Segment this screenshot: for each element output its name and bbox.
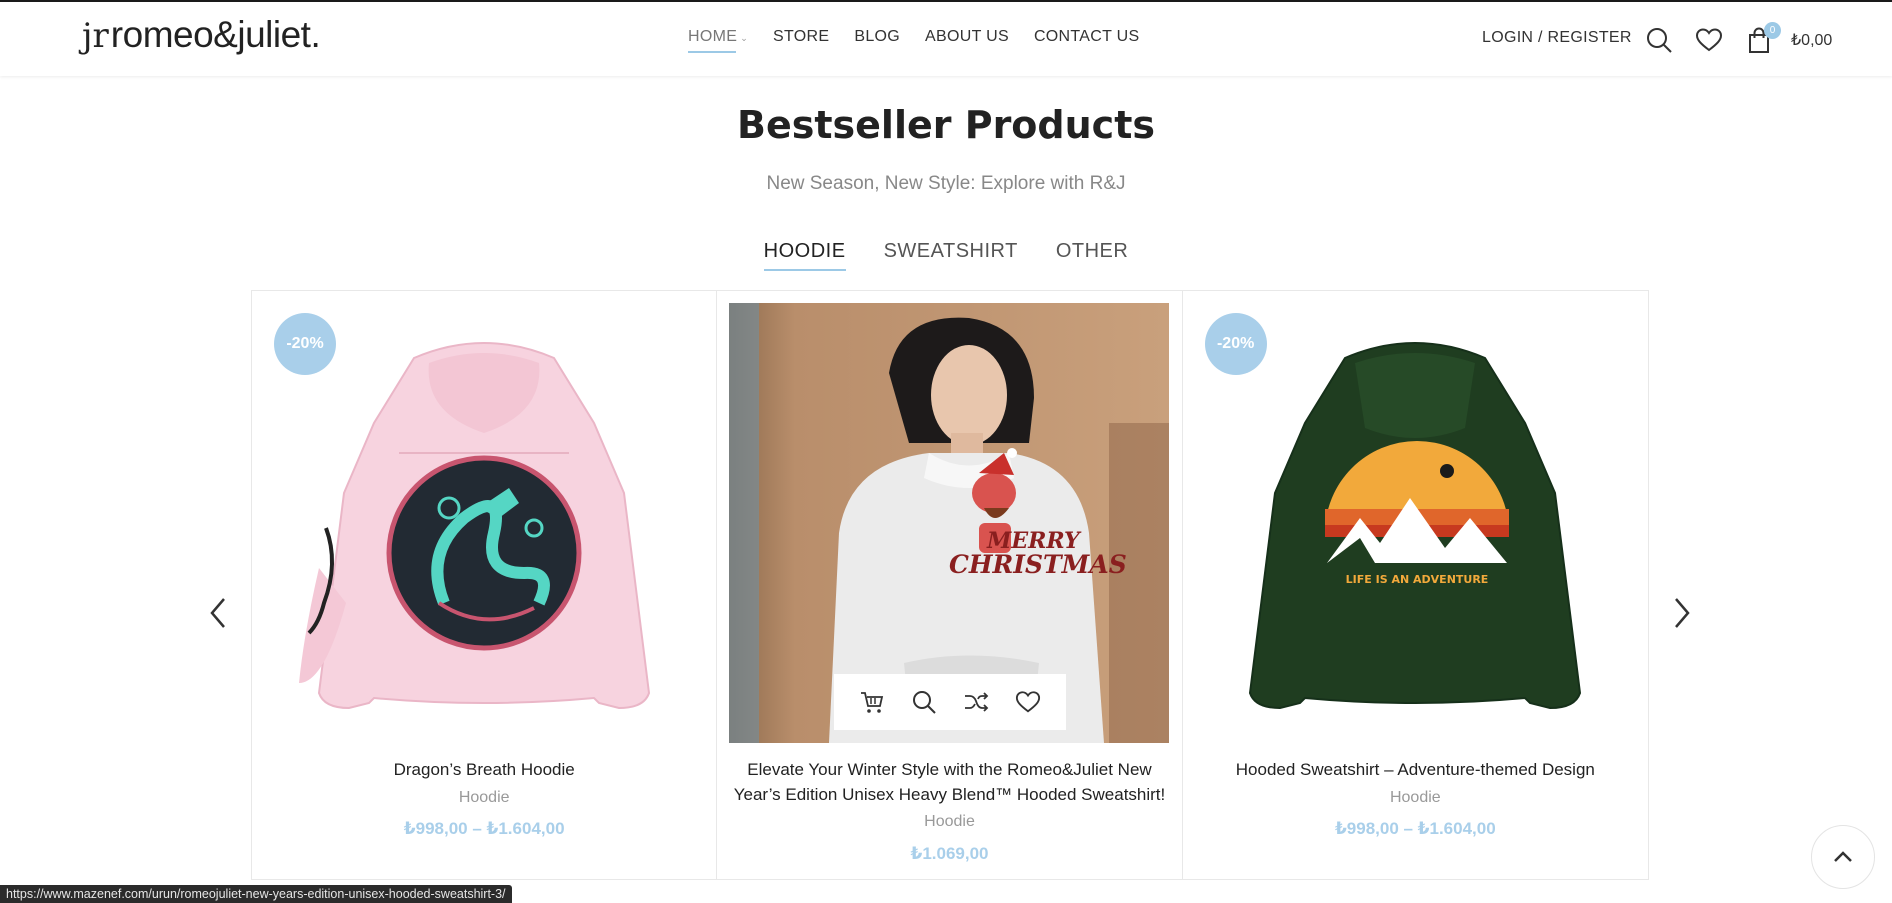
add-to-cart-icon[interactable] [857, 687, 887, 717]
product-price: ₺998,00 – ₺1.604,00 [403, 819, 565, 838]
tab-other[interactable]: OTHER [1056, 240, 1129, 263]
hoodie-print-life-is-an-adventure: LIFE IS AN ADVENTURE [1345, 573, 1488, 586]
product-category[interactable]: Hoodie [717, 813, 1181, 831]
section-title: Bestseller Products [737, 103, 1155, 147]
hoodie-print-christmas: CHRISTMAS [949, 550, 1127, 579]
chevron-down-icon: ⌄ [740, 33, 749, 43]
wishlist-icon[interactable] [1013, 687, 1043, 717]
nav-home-label: HOME [688, 28, 738, 45]
category-tabs: HOODIE SWEATSHIRT OTHER [0, 240, 1892, 271]
product-title[interactable]: Elevate Your Winter Style with the Romeo… [727, 757, 1171, 807]
product-card[interactable]: -20% LIFE IS AN ADVENTURE Hooded Sweatsh… [1183, 291, 1648, 879]
product-hover-actions [834, 674, 1066, 730]
product-title[interactable]: Hooded Sweatshirt – Adventure-themed Des… [1193, 757, 1638, 782]
tab-hoodie[interactable]: HOODIE [763, 240, 846, 271]
carousel-next-arrow[interactable] [1666, 593, 1696, 633]
nav-home[interactable]: HOME ⌄ [688, 28, 749, 53]
product-card[interactable]: MERRY CHRISTMAS Elevate Your Winter Styl… [717, 291, 1183, 879]
chevron-up-icon [1834, 851, 1852, 862]
nav-store[interactable]: STORE [773, 28, 829, 46]
product-image-pink-dragon-hoodie[interactable] [264, 303, 704, 743]
compare-icon[interactable] [961, 687, 991, 717]
nav-about-us[interactable]: ABOUT US [925, 28, 1009, 46]
product-category[interactable]: Hoodie [1183, 789, 1648, 807]
site-header: jr romeo&juliet. HOME ⌄ STORE BLOG ABOUT … [0, 0, 1892, 76]
heart-icon[interactable] [1695, 26, 1723, 54]
quick-view-icon[interactable] [909, 687, 939, 717]
product-image-green-adventure-hoodie[interactable]: LIFE IS AN ADVENTURE [1194, 303, 1635, 743]
discount-badge: -20% [1204, 313, 1267, 375]
product-price: ₺1.069,00 [910, 844, 989, 863]
nav-blog[interactable]: BLOG [854, 28, 900, 46]
browser-status-url: https://www.mazenef.com/urun/romeojuliet… [0, 885, 512, 903]
carousel-prev-arrow[interactable] [204, 593, 234, 633]
nav-contact-us[interactable]: CONTACT US [1034, 28, 1140, 46]
logo-text: romeo&juliet. [110, 14, 321, 55]
cart-count-badge: 0 [1764, 22, 1781, 39]
product-card[interactable]: -20% Dragon’s Breath Hoodie Hoodie ₺998,… [252, 291, 718, 879]
login-register-link[interactable]: LOGIN / REGISTER [1482, 29, 1632, 47]
product-category[interactable]: Hoodie [252, 789, 716, 807]
cart-total[interactable]: ₺0,00 [1791, 30, 1832, 50]
logo-mark: jr [82, 16, 109, 56]
product-title[interactable]: Dragon’s Breath Hoodie [262, 757, 706, 782]
site-logo[interactable]: jr romeo&juliet. [82, 14, 321, 56]
product-carousel: -20% Dragon’s Breath Hoodie Hoodie ₺998,… [251, 290, 1649, 880]
product-price: ₺998,00 – ₺1.604,00 [1334, 819, 1496, 838]
main-nav: HOME ⌄ STORE BLOG ABOUT US CONTACT US [688, 28, 1164, 53]
search-icon[interactable] [1645, 26, 1673, 54]
tab-sweatshirt[interactable]: SWEATSHIRT [884, 240, 1018, 263]
scroll-to-top-button[interactable] [1811, 825, 1875, 889]
discount-badge: -20% [274, 313, 336, 375]
section-subtitle: New Season, New Style: Explore with R&J [766, 173, 1126, 194]
